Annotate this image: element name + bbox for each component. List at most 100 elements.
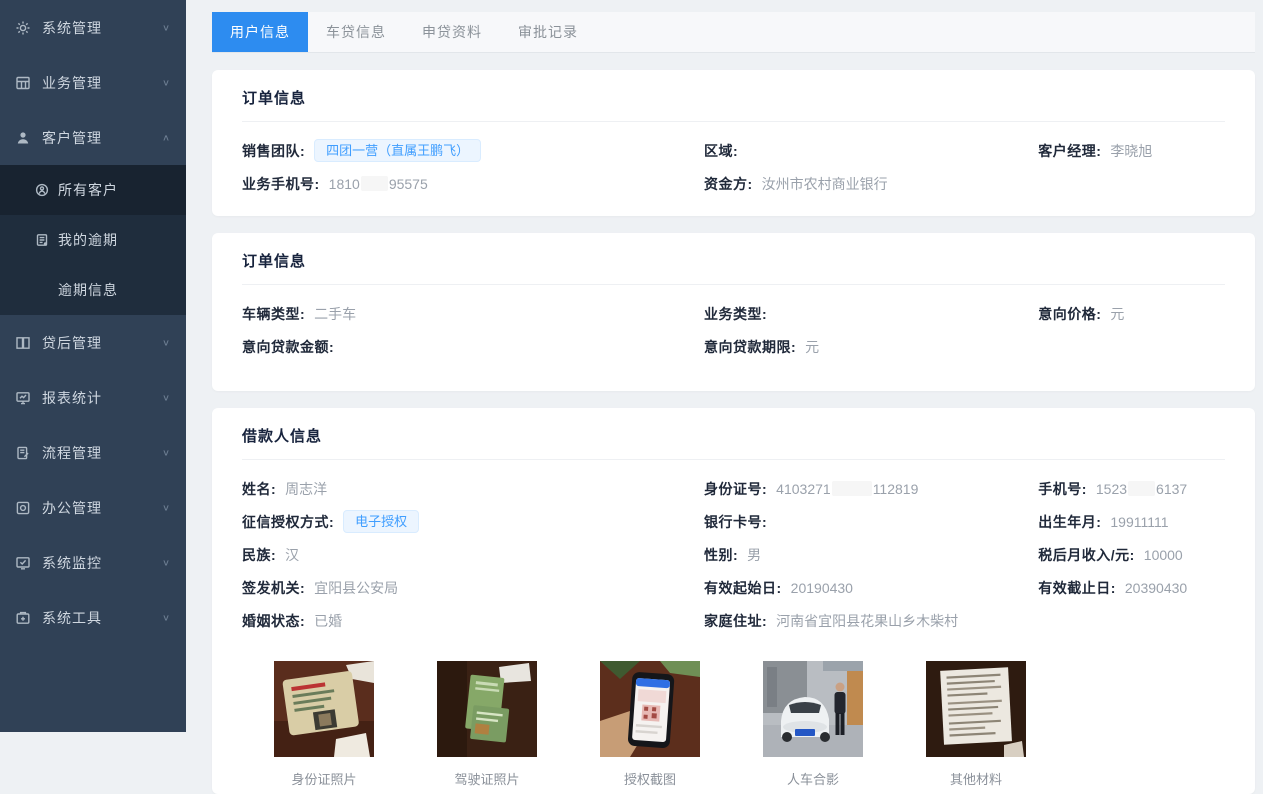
field-value: 男 (747, 545, 761, 565)
field-valid-to: 有效截止日: 20390430 (1038, 571, 1225, 604)
attachment-item: 身份证照片 (274, 661, 374, 788)
tab-loan-application-docs[interactable]: 申贷资料 (404, 12, 500, 52)
field-label: 销售团队: (242, 141, 305, 161)
field-label: 业务类型: (704, 304, 767, 324)
redaction-patch (1128, 481, 1155, 496)
field-funder: 资金方: 汝州市农村商业银行 (704, 167, 1038, 200)
attachment-caption: 驾驶证照片 (437, 769, 537, 788)
sidebar-item-system-monitor[interactable]: 系统监控 ∨ (0, 535, 186, 590)
field-vehicle-type: 车辆类型: 二手车 (242, 297, 704, 330)
field-label: 征信授权方式: (242, 512, 334, 532)
attachment-caption: 身份证照片 (274, 769, 374, 788)
field-label: 意向贷款期限: (704, 337, 796, 357)
gear-icon (15, 20, 31, 36)
sidebar-item-system-mgmt[interactable]: 系统管理 ∨ (0, 0, 186, 55)
field-label: 意向价格: (1038, 304, 1101, 324)
sidebar-item-office-mgmt[interactable]: 办公管理 ∨ (0, 480, 186, 535)
field-value: 15236137 (1096, 481, 1187, 497)
field-value: 周志洋 (285, 479, 327, 499)
sidebar-item-label: 系统工具 (42, 608, 102, 628)
sidebar-item-system-tools[interactable]: 系统工具 ∨ (0, 590, 186, 645)
field-value: 元 (1110, 304, 1124, 324)
field-value: 19911111 (1110, 514, 1168, 530)
field-label: 业务手机号: (242, 174, 320, 194)
field-value: 二手车 (314, 304, 356, 324)
redaction-patch (361, 176, 388, 191)
sidebar-item-label: 办公管理 (42, 498, 102, 518)
field-value: 4103271112819 (776, 481, 918, 497)
attachment-item: 驾驶证照片 (437, 661, 537, 788)
chevron-down-icon: ∨ (162, 447, 170, 457)
field-bank-card: 银行卡号: (704, 505, 1038, 538)
id-card-photo-thumbnail[interactable] (274, 661, 374, 757)
sidebar-item-label: 业务管理 (42, 73, 102, 93)
license-booklet-thumbnail[interactable] (437, 661, 537, 757)
card-title: 订单信息 (242, 233, 1225, 285)
field-credit-auth: 征信授权方式: 电子授权 (242, 505, 704, 538)
field-value: 汝州市农村商业银行 (762, 174, 888, 194)
person-with-car-thumbnail[interactable] (763, 661, 863, 757)
chevron-down-icon: ∨ (162, 612, 170, 622)
sidebar-item-process-mgmt[interactable]: 流程管理 ∨ (0, 425, 186, 480)
chevron-down-icon: ∨ (162, 337, 170, 347)
chevron-down-icon: ∨ (162, 557, 170, 567)
clipboard-icon (15, 445, 31, 461)
field-mobile: 手机号: 15236137 (1038, 472, 1225, 505)
tab-user-info[interactable]: 用户信息 (212, 12, 308, 52)
field-label: 出生年月: (1038, 512, 1101, 532)
attachment-caption: 其他材料 (926, 769, 1026, 788)
sales-team-tag[interactable]: 四团一营（直属王鹏飞） (314, 139, 481, 163)
field-value: 10000 (1144, 547, 1183, 563)
sidebar-item-customer-mgmt[interactable]: 客户管理 ∧ (0, 110, 186, 165)
field-ethnicity: 民族: 汉 (242, 538, 704, 571)
credit-auth-tag[interactable]: 电子授权 (343, 510, 419, 534)
field-business-phone: 业务手机号: 181095575 (242, 167, 704, 200)
tab-approval-records[interactable]: 审批记录 (500, 12, 596, 52)
field-label: 税后月收入/元: (1038, 545, 1135, 565)
field-label: 意向贷款金额: (242, 337, 334, 357)
field-account-manager: 客户经理: 李晓旭 (1038, 134, 1225, 167)
sidebar-item-my-overdue[interactable]: 我的逾期 (0, 215, 186, 265)
field-value: 20390430 (1125, 580, 1187, 596)
main-content: 用户信息 车贷信息 申贷资料 审批记录 订单信息 销售团队: 四团一营（直属王鹏… (186, 0, 1263, 732)
field-birth: 出生年月: 19911111 (1038, 505, 1225, 538)
customers-icon (35, 183, 49, 197)
sidebar-item-overdue-info[interactable]: 逾期信息 (0, 265, 186, 315)
attachment-item: 其他材料 (926, 661, 1026, 788)
order-info-card-2: 订单信息 车辆类型: 二手车 业务类型: 意向价格: 元 意向贷款金额: (212, 233, 1255, 391)
sidebar-item-label: 我的逾期 (58, 230, 118, 250)
attachment-caption: 授权截图 (600, 769, 700, 788)
field-label: 姓名: (242, 479, 276, 499)
qr-auth-screenshot-thumbnail[interactable] (600, 661, 700, 757)
sidebar-item-label: 系统管理 (42, 18, 102, 38)
sidebar-item-business-mgmt[interactable]: 业务管理 ∨ (0, 55, 186, 110)
redaction-patch (832, 481, 872, 496)
card-title: 订单信息 (242, 70, 1225, 122)
document-photo-thumbnail[interactable] (926, 661, 1026, 757)
field-intent-price: 意向价格: 元 (1038, 297, 1225, 330)
grid-icon (15, 75, 31, 91)
field-valid-from: 有效起始日: 20190430 (704, 571, 1038, 604)
sidebar-item-label: 系统监控 (42, 553, 102, 573)
field-label: 银行卡号: (704, 512, 767, 532)
card-title: 借款人信息 (242, 408, 1225, 460)
chevron-down-icon: ∨ (162, 502, 170, 512)
toolbox-icon (15, 610, 31, 626)
chevron-up-icon: ∧ (162, 132, 170, 142)
tab-car-loan-info[interactable]: 车贷信息 (308, 12, 404, 52)
field-value: 汉 (285, 545, 299, 565)
field-value: 20190430 (791, 580, 853, 596)
field-label: 家庭住址: (704, 611, 767, 631)
sidebar-item-label: 贷后管理 (42, 333, 102, 353)
sidebar-item-all-customers[interactable]: 所有客户 (0, 165, 186, 215)
field-label: 有效截止日: (1038, 578, 1116, 598)
field-label: 身份证号: (704, 479, 767, 499)
attachment-item: 人车合影 (763, 661, 863, 788)
sidebar-item-postloan-mgmt[interactable]: 贷后管理 ∨ (0, 315, 186, 370)
chevron-down-icon: ∨ (162, 77, 170, 87)
sidebar-item-label: 所有客户 (58, 180, 118, 200)
field-gender: 性别: 男 (704, 538, 1038, 571)
field-label: 签发机关: (242, 578, 305, 598)
field-loan-term: 意向贷款期限: 元 (704, 330, 1038, 363)
sidebar-item-report-stats[interactable]: 报表统计 ∨ (0, 370, 186, 425)
